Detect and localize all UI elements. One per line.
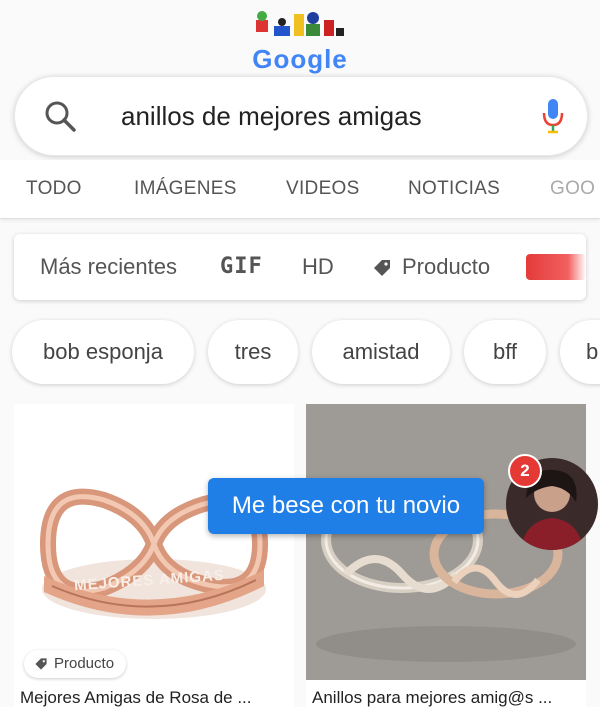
product-badge-label: Producto	[54, 655, 115, 672]
doodle-figures-icon	[256, 11, 344, 36]
tag-icon	[374, 260, 390, 276]
image-filters-bar: Más recientes GIF HD Producto	[14, 234, 586, 300]
search-query[interactable]: anillos de mejores amigas	[121, 101, 422, 132]
filter-recent[interactable]: Más recientes	[40, 254, 177, 280]
image-result-1[interactable]: MEJORES AMIGAS Producto Mejores Amigas d…	[14, 404, 294, 707]
image-result-2[interactable]: Anillos para mejores amig@s ...	[306, 404, 586, 707]
tab-noticias[interactable]: NOTICIAS	[408, 178, 500, 200]
tab-videos[interactable]: VIDEOS	[286, 178, 360, 200]
filter-product[interactable]: Producto	[402, 254, 490, 280]
tag-icon	[35, 658, 47, 670]
tab-more[interactable]: GOO	[550, 178, 595, 200]
color-filter-swatch[interactable]	[526, 254, 586, 280]
tab-imagenes[interactable]: IMÁGENES	[134, 178, 237, 200]
result-title[interactable]: Anillos para mejores amig@s ...	[312, 688, 552, 707]
chip-tres[interactable]: tres	[208, 320, 298, 384]
chip-amistad[interactable]: amistad	[312, 320, 450, 384]
rose-gold-infinity-ring-image	[14, 404, 294, 680]
chat-message-bubble[interactable]: Me bese con tu novio	[208, 478, 484, 534]
search-icon[interactable]	[43, 99, 77, 133]
logo-wordmark: Google	[252, 44, 348, 74]
chip-bff[interactable]: bff	[464, 320, 546, 384]
search-tabs: TODO IMÁGENES VIDEOS NOTICIAS GOO	[0, 160, 600, 219]
chip-bob-esponja[interactable]: bob esponja	[12, 320, 194, 384]
product-badge: Producto	[24, 650, 127, 678]
result-title[interactable]: Mejores Amigas de Rosa de ...	[20, 688, 252, 707]
notification-count-badge: 2	[508, 454, 542, 488]
chip-more[interactable]: b	[560, 320, 600, 384]
search-bar[interactable]: anillos de mejores amigas	[14, 76, 588, 156]
google-doodle-logo[interactable]: Google	[230, 6, 370, 74]
filter-gif[interactable]: GIF	[220, 254, 263, 279]
filter-hd[interactable]: HD	[302, 254, 334, 280]
microphone-icon[interactable]	[539, 97, 567, 135]
tab-todo[interactable]: TODO	[26, 178, 82, 200]
